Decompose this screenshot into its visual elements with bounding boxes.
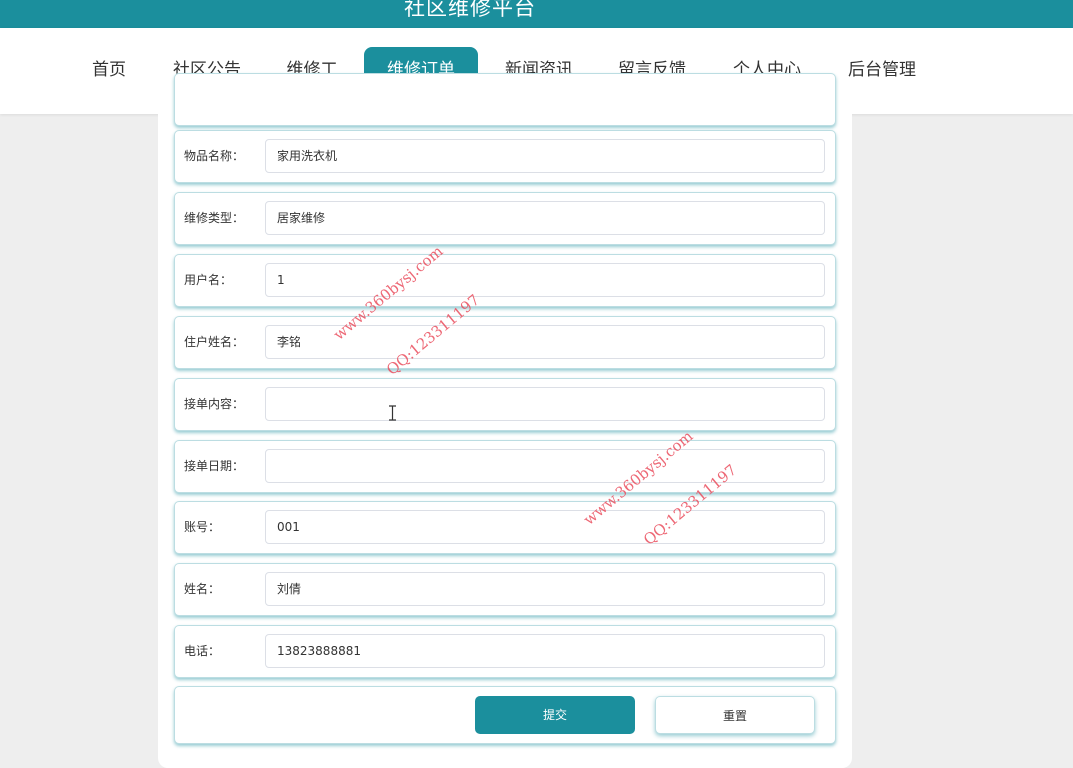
field-label: 用户名：	[184, 273, 233, 287]
form-row-account: 账号： 001	[174, 501, 836, 554]
field-label: 接单日期：	[184, 459, 245, 473]
form-row-partial	[174, 73, 836, 126]
form-row-item-name: 物品名称： 家用洗衣机	[174, 130, 836, 183]
order-date-input[interactable]	[265, 449, 825, 483]
account-input[interactable]: 001	[265, 510, 825, 544]
field-label: 物品名称：	[184, 149, 245, 163]
field-label: 维修类型：	[184, 211, 245, 225]
nav-item-admin[interactable]: 后台管理	[837, 47, 927, 94]
form-row-name: 姓名： 刘倩	[174, 563, 836, 616]
top-header-bar: 社区维修平台	[0, 0, 1073, 28]
form-actions: 提交 重置	[174, 686, 836, 744]
repair-type-input[interactable]: 居家维修	[265, 201, 825, 235]
form-row-order-date: 接单日期：	[174, 440, 836, 493]
phone-input[interactable]: 13823888881	[265, 634, 825, 668]
order-form-panel: 物品名称： 家用洗衣机 维修类型： 居家维修 用户名： 1 住户姓名： 李铭 接…	[158, 73, 852, 768]
form-row-phone: 电话： 13823888881	[174, 625, 836, 678]
form-row-resident-name: 住户姓名： 李铭	[174, 316, 836, 369]
form-row-username: 用户名： 1	[174, 254, 836, 307]
form-row-repair-type: 维修类型： 居家维修	[174, 192, 836, 245]
nav-item-home[interactable]: 首页	[78, 47, 140, 94]
item-name-input[interactable]: 家用洗衣机	[265, 139, 825, 173]
field-label: 账号：	[184, 520, 221, 534]
field-label: 接单内容：	[184, 397, 245, 411]
order-content-input[interactable]	[265, 387, 825, 421]
field-label: 住户姓名：	[184, 335, 245, 349]
reset-button[interactable]: 重置	[655, 696, 815, 734]
site-title: 社区维修平台	[404, 0, 536, 20]
field-label: 姓名：	[184, 582, 221, 596]
submit-button[interactable]: 提交	[475, 696, 635, 734]
username-input[interactable]: 1	[265, 263, 825, 297]
form-row-order-content: 接单内容：	[174, 378, 836, 431]
field-label: 电话：	[184, 644, 221, 658]
text-cursor-icon	[389, 405, 396, 421]
name-input[interactable]: 刘倩	[265, 572, 825, 606]
